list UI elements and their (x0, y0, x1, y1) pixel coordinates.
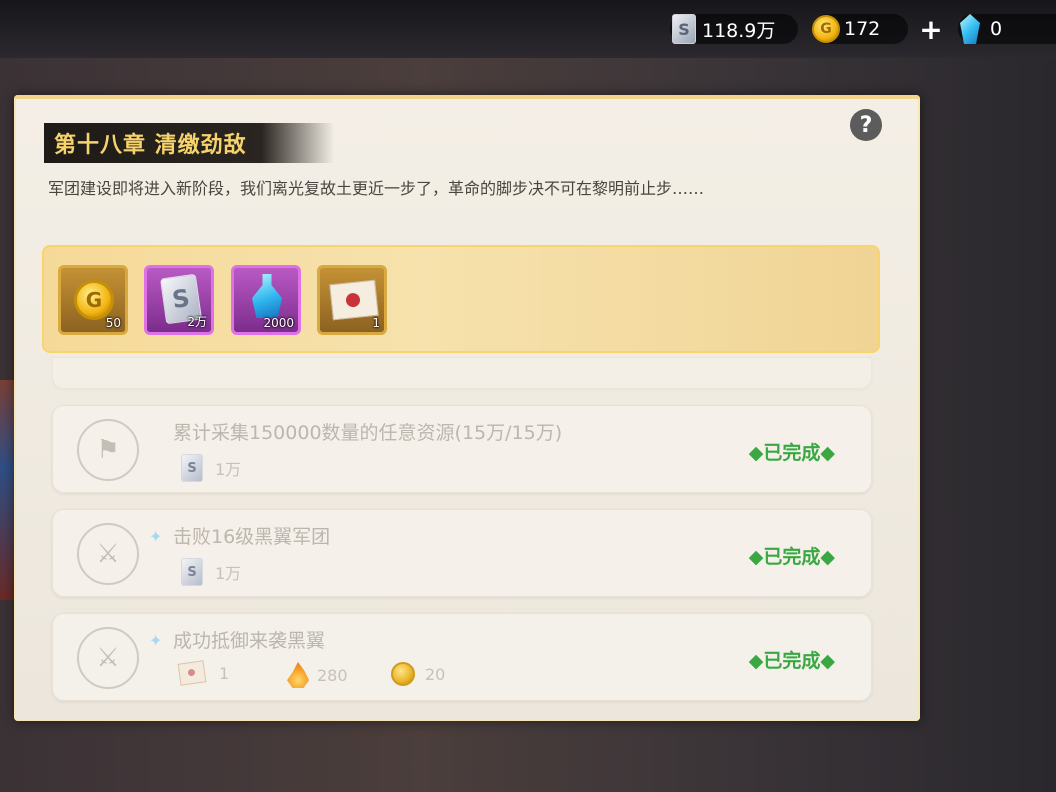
gold-value: 172 (844, 18, 881, 40)
task-reward-qty: 1万 (215, 460, 242, 479)
silver-resource: S 118.9万 (670, 14, 798, 44)
reward-gold-coin[interactable]: G 50 (58, 265, 128, 335)
gold-resource: G 172 (812, 14, 908, 44)
gold-coin-icon (391, 662, 415, 686)
task-row-hidden (52, 357, 872, 389)
reward-blue-potion[interactable]: 2000 (231, 265, 301, 335)
crossed-swords-icon: ⚔ (77, 627, 139, 689)
sealed-letter-icon (177, 660, 207, 686)
task-reward-qty: 1万 (215, 564, 242, 583)
gem-value: 0 (990, 18, 1003, 40)
diamond-icon: ✦ (149, 631, 163, 650)
task-reward-qty: 20 (425, 664, 446, 684)
task-status: ◆已完成◆ (748, 546, 835, 568)
gem-resource: 0 (958, 14, 1056, 44)
blue-potion-icon (252, 274, 282, 318)
silver-card-icon: S (181, 558, 203, 586)
flag-icon: ⚑ (77, 419, 139, 481)
reward-qty: 2000 (263, 316, 294, 330)
chapter-reward-strip: G 50 S 2万 2000 1 (42, 245, 880, 353)
task-reward-qty: 1 (219, 663, 230, 683)
task-reward: 20 (391, 662, 445, 686)
chapter-panel: 第十八章 清缴劲敌 ? 军团建设即将进入新阶段，我们离光复故土更近一步了，革命的… (14, 95, 920, 721)
crossed-swords-icon: ⚔ (77, 523, 139, 585)
task-reward: 280 (287, 662, 348, 688)
reward-qty: 50 (105, 316, 121, 330)
gold-coin-icon: G (812, 15, 840, 43)
task-row: ⚔ ✦ 成功抵御来袭黑翼 1 280 20 ◆已完成◆ (52, 613, 872, 701)
add-gold-button[interactable]: + (916, 13, 946, 46)
fire-icon (287, 662, 309, 688)
reward-sealed-letter[interactable]: 1 (317, 265, 387, 335)
reward-silver-card[interactable]: S 2万 (144, 265, 214, 335)
gold-coin-icon: G (74, 280, 114, 320)
panel-gold-edge (14, 95, 920, 99)
reward-qty: 2万 (187, 315, 207, 329)
chapter-title-bar: 第十八章 清缴劲敌 (44, 123, 334, 163)
chapter-title: 第十八章 清缴劲敌 (54, 133, 247, 158)
task-reward: 1 (177, 660, 230, 686)
blue-gem-icon (960, 14, 980, 44)
task-reward-qty: 280 (317, 665, 348, 685)
help-button[interactable]: ? (850, 109, 882, 141)
chapter-description: 军团建设即将进入新阶段，我们离光复故土更近一步了，革命的脚步决不可在黎明前止步…… (48, 179, 705, 198)
reward-qty: 1 (372, 316, 380, 330)
sealed-letter-icon (329, 279, 379, 321)
task-status: ◆已完成◆ (748, 442, 835, 464)
silver-card-icon: S (672, 14, 696, 44)
silver-card-icon: S (181, 454, 203, 482)
task-reward: S 1万 (181, 558, 241, 586)
task-row: ⚑ 累计采集150000数量的任意资源(15万/15万) S 1万 ◆已完成◆ (52, 405, 872, 493)
task-name: 累计采集150000数量的任意资源(15万/15万) (173, 422, 563, 444)
silver-value: 118.9万 (702, 19, 776, 42)
task-reward: S 1万 (181, 454, 241, 482)
diamond-icon: ✦ (149, 527, 163, 546)
task-row: ⚔ ✦ 击败16级黑翼军团 S 1万 ◆已完成◆ (52, 509, 872, 597)
task-name: 成功抵御来袭黑翼 (173, 630, 326, 652)
task-status: ◆已完成◆ (748, 650, 835, 672)
task-name: 击败16级黑翼军团 (173, 526, 331, 548)
